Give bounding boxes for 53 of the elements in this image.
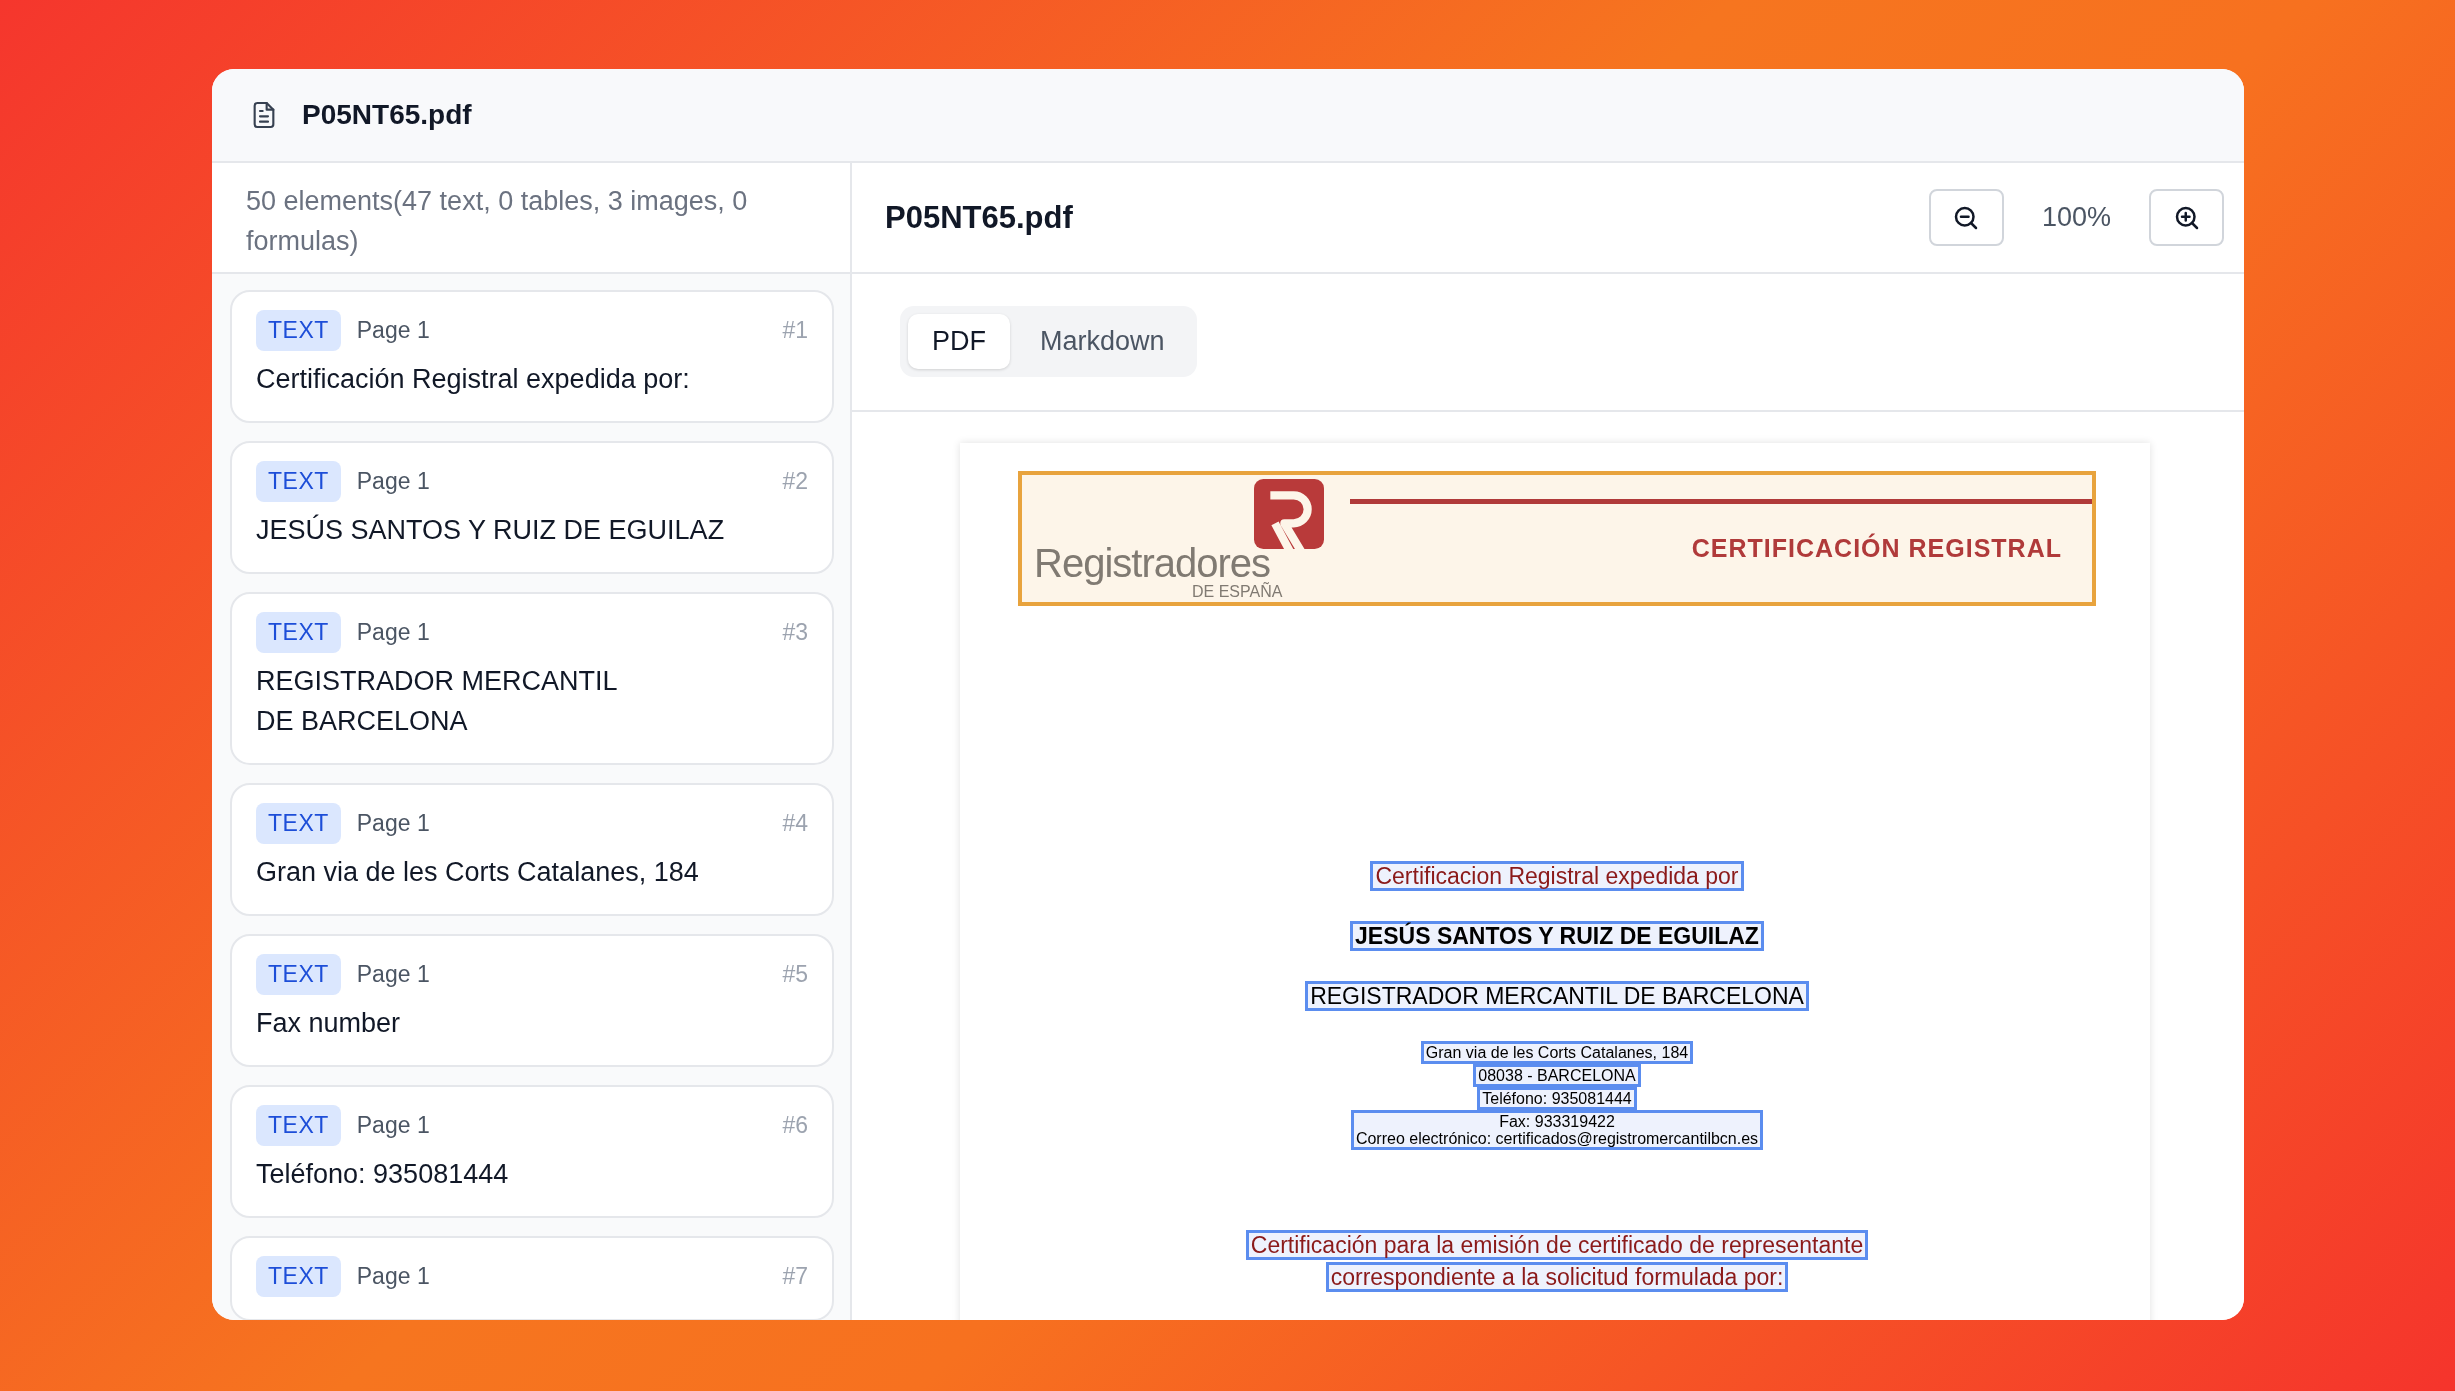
element-card[interactable]: TEXT Page 1 #6 Teléfono: 935081444 — [230, 1084, 834, 1218]
type-badge: TEXT — [256, 953, 341, 995]
logo-subtext: DE ESPAÑA — [1192, 583, 1283, 601]
pdf-text-line: Gran via de les Corts Catalanes, 184 — [1425, 1044, 1689, 1061]
element-number: #2 — [782, 467, 808, 495]
element-text: Fax number — [256, 1006, 402, 1040]
element-number: #7 — [782, 1262, 808, 1290]
page-label: Page 1 — [356, 960, 430, 988]
highlighted-text-block[interactable]: Gran via de les Corts Catalanes, 184 — [1420, 1041, 1694, 1064]
element-text: REGISTRADOR MERCANTIL DE BARCELONA — [256, 664, 619, 738]
page-label: Page 1 — [356, 316, 430, 344]
element-text: JESÚS SANTOS Y RUIZ DE EGUILAZ — [256, 513, 726, 547]
element-card[interactable]: TEXT Page 1 #3 REGISTRADOR MERCANTIL DE BARCELONA — [230, 591, 834, 765]
type-badge: TEXT — [256, 802, 341, 844]
element-card[interactable]: TEXT Page 1 #4 Gran via de les Corts Catalanes, 184 — [230, 782, 834, 916]
highlighted-text-block[interactable]: 08038 - BARCELONA — [1473, 1064, 1641, 1087]
page-label: Page 1 — [356, 467, 430, 495]
zoom-in-button[interactable] — [2149, 189, 2224, 246]
highlighted-text-block[interactable]: Teléfono: 935081444 — [1477, 1087, 1637, 1110]
element-number: #5 — [782, 960, 808, 988]
element-text: Gran via de les Corts Catalanes, 184 — [256, 855, 700, 889]
view-tab[interactable]: PDF — [908, 314, 1010, 369]
window-title: P05NT65.pdf — [302, 99, 472, 131]
element-summary: 50 elements(47 text, 0 tables, 3 images, 0 formulas) — [212, 163, 850, 274]
zoom-level: 100% — [2041, 202, 2111, 233]
element-text: Teléfono: 935081444 — [256, 1157, 510, 1191]
pdf-text-line: Teléfono: 935081444 — [1482, 1090, 1632, 1107]
banner-title: CERTIFICACIÓN REGISTRAL — [1691, 534, 2062, 563]
element-number: #4 — [782, 809, 808, 837]
element-number: #3 — [782, 618, 808, 646]
page-label: Page 1 — [356, 618, 430, 646]
type-badge: TEXT — [256, 1255, 341, 1297]
element-number: #6 — [782, 1111, 808, 1139]
page-label: Page 1 — [356, 1262, 430, 1290]
pdf-text-line: Correo electrónico: certificados@registromercantilbcn.es — [1355, 1130, 1759, 1147]
type-badge: TEXT — [256, 1104, 341, 1146]
element-card[interactable]: TEXT Page 1 #2 JESÚS SANTOS Y RUIZ DE EGUILAZ — [230, 440, 834, 574]
element-card[interactable]: TEXT Page 1 #5 Fax number — [230, 933, 834, 1067]
type-badge: TEXT — [256, 611, 341, 653]
pdf-text-line: Fax: 933319422 — [1498, 1113, 1616, 1130]
type-badge: TEXT — [256, 460, 341, 502]
zoom-out-button[interactable] — [1928, 189, 2004, 246]
element-text: Certificación Registral expedida por: — [256, 362, 691, 396]
pdf-text-line: 08038 - BARCELONA — [1478, 1067, 1636, 1084]
element-number: #1 — [782, 316, 808, 344]
element-card[interactable]: TEXT Page 1 #1 Certificación Registral expedida por: — [230, 289, 834, 423]
element-card[interactable]: TEXT Page 1 #7 — [230, 1235, 834, 1320]
type-badge: TEXT — [256, 309, 341, 351]
page-label: Page 1 — [356, 1111, 430, 1139]
page-label: Page 1 — [356, 809, 430, 837]
document-title: P05NT65.pdf — [885, 199, 1073, 236]
highlighted-text-block[interactable]: Fax: 933319422 Correo electrónico: certificados@registromercantilbcn.es — [1350, 1110, 1764, 1150]
view-tab[interactable]: Markdown — [1016, 314, 1189, 369]
